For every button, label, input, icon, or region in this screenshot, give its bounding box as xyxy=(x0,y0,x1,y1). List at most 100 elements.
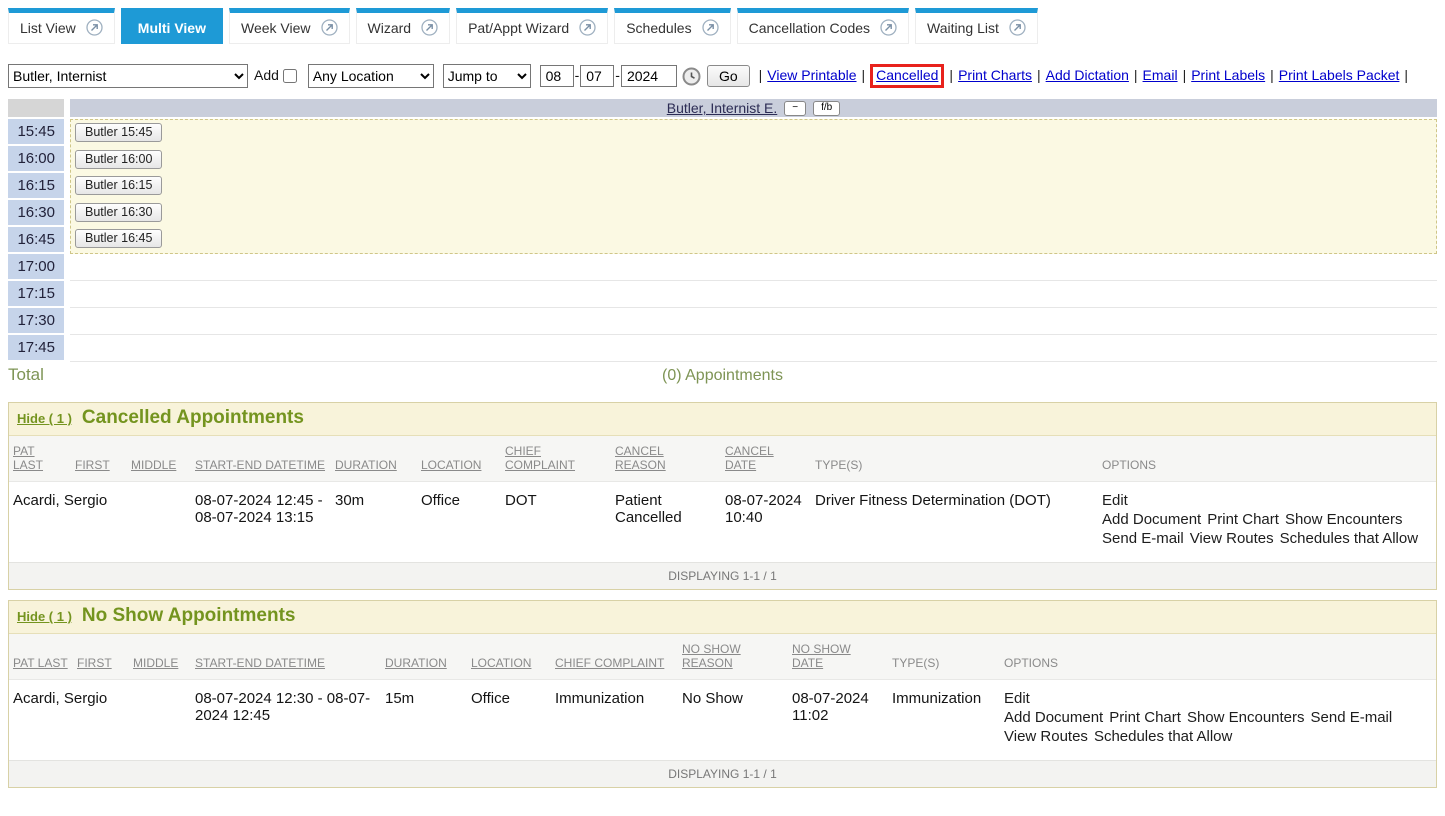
option-print-chart-link[interactable]: Print Chart xyxy=(1109,709,1181,726)
calendar-clock-icon[interactable] xyxy=(682,67,701,86)
jump-to-select[interactable]: Jump to xyxy=(443,64,531,88)
link-email[interactable]: Email xyxy=(1143,67,1178,83)
slot-button[interactable]: Butler 16:15 xyxy=(75,176,162,195)
option-view-routes-link[interactable]: View Routes xyxy=(1004,728,1088,745)
cell-chief-complaint: Immunization xyxy=(551,680,678,761)
col-types: TYPE(S) xyxy=(815,458,862,472)
slot-row: Butler 15:45 xyxy=(71,120,1436,147)
link-add-dictation[interactable]: Add Dictation xyxy=(1046,67,1129,83)
option-send-email-link[interactable]: Send E-mail xyxy=(1102,530,1184,547)
schedule-corner-cell xyxy=(8,99,64,117)
option-send-email-link[interactable]: Send E-mail xyxy=(1311,709,1393,726)
no-show-footer-row: DISPLAYING 1-1 / 1 xyxy=(9,761,1436,788)
option-show-encounters-link[interactable]: Show Encounters xyxy=(1187,709,1305,726)
option-view-routes-link[interactable]: View Routes xyxy=(1190,530,1274,547)
add-checkbox[interactable] xyxy=(283,69,297,83)
col-cancel-reason[interactable]: CANCEL REASON xyxy=(615,444,666,472)
add-label: Add xyxy=(254,67,279,83)
minimize-column-button[interactable]: − xyxy=(784,101,806,116)
time-label: 17:00 xyxy=(8,254,64,279)
open-new-window-icon[interactable] xyxy=(86,19,103,36)
tab-cancellation-codes[interactable]: Cancellation Codes xyxy=(737,8,909,44)
open-new-window-icon[interactable] xyxy=(421,19,438,36)
go-button[interactable]: Go xyxy=(707,65,750,87)
tab-wizard[interactable]: Wizard xyxy=(356,8,451,44)
col-chief-complaint[interactable]: CHIEF COMPLAINT xyxy=(555,656,664,670)
col-chief-complaint[interactable]: CHIEF COMPLAINT xyxy=(505,444,575,472)
hide-cancelled-link[interactable]: Hide ( 1 ) xyxy=(17,411,72,426)
option-print-chart-link[interactable]: Print Chart xyxy=(1207,511,1279,528)
col-location[interactable]: LOCATION xyxy=(421,458,481,472)
tab-label: Week View xyxy=(241,20,311,36)
option-schedules-that-allow-link[interactable]: Schedules that Allow xyxy=(1280,530,1418,547)
col-no-show-reason[interactable]: NO SHOW REASON xyxy=(682,642,741,670)
slot-button[interactable]: Butler 16:00 xyxy=(75,150,162,169)
open-new-window-icon[interactable] xyxy=(880,19,897,36)
option-edit-link[interactable]: Edit xyxy=(1004,690,1426,707)
link-print-charts[interactable]: Print Charts xyxy=(958,67,1032,83)
time-label: 16:45 xyxy=(8,227,64,252)
col-pat-last[interactable]: PAT LAST xyxy=(13,444,43,472)
time-label: 16:15 xyxy=(8,173,64,198)
slot-button[interactable]: Butler 16:45 xyxy=(75,229,162,248)
option-add-document-link[interactable]: Add Document xyxy=(1102,511,1201,528)
tab-week-view[interactable]: Week View xyxy=(229,8,350,44)
option-schedules-that-allow-link[interactable]: Schedules that Allow xyxy=(1094,728,1232,745)
provider-select[interactable]: Butler, Internist xyxy=(8,64,248,88)
col-pat-last[interactable]: PAT LAST xyxy=(13,656,68,670)
schedule-empty-row xyxy=(70,308,1437,335)
col-cancel-date[interactable]: CANCEL DATE xyxy=(725,444,774,472)
col-first[interactable]: FIRST xyxy=(77,656,112,670)
tab-label: Schedules xyxy=(626,20,691,36)
schedule-empty-row xyxy=(70,335,1437,362)
option-edit-link[interactable]: Edit xyxy=(1102,492,1426,509)
tab-label: Cancellation Codes xyxy=(749,20,870,36)
open-new-window-icon[interactable] xyxy=(1009,19,1026,36)
open-new-window-icon[interactable] xyxy=(579,19,596,36)
cell-middle xyxy=(129,680,191,761)
tab-list-view[interactable]: List View xyxy=(8,8,115,44)
col-start-end-datetime[interactable]: START-END DATETIME xyxy=(195,656,325,670)
link-print-labels-packet[interactable]: Print Labels Packet xyxy=(1279,67,1400,83)
cancelled-section-header: Hide ( 1 ) Cancelled Appointments xyxy=(9,403,1436,436)
col-duration[interactable]: DURATION xyxy=(385,656,447,670)
slot-button[interactable]: Butler 15:45 xyxy=(75,123,162,142)
date-year-input[interactable] xyxy=(621,65,677,87)
date-month-input[interactable] xyxy=(540,65,574,87)
forward-back-button[interactable]: f/b xyxy=(813,101,840,116)
tab-label: Multi View xyxy=(138,20,206,36)
slot-row: Butler 16:45 xyxy=(71,226,1436,253)
col-middle[interactable]: MIDDLE xyxy=(131,458,176,472)
tab-pat-appt-wizard[interactable]: Pat/Appt Wizard xyxy=(456,8,608,44)
col-start-end-datetime[interactable]: START-END DATETIME xyxy=(195,458,325,472)
location-select[interactable]: Any Location xyxy=(308,64,434,88)
col-no-show-date[interactable]: NO SHOW DATE xyxy=(792,642,851,670)
link-print-labels[interactable]: Print Labels xyxy=(1191,67,1265,83)
no-show-header-row: PAT LAST FIRST MIDDLE START-END DATETIME… xyxy=(9,634,1436,680)
col-duration[interactable]: DURATION xyxy=(335,458,397,472)
link-cancelled[interactable]: Cancelled xyxy=(876,67,938,83)
open-new-window-icon[interactable] xyxy=(321,19,338,36)
tab-waiting-list[interactable]: Waiting List xyxy=(915,8,1038,44)
tab-multi-view[interactable]: Multi View xyxy=(121,8,223,44)
schedule-empty-row xyxy=(70,254,1437,281)
option-show-encounters-link[interactable]: Show Encounters xyxy=(1285,511,1403,528)
open-new-window-icon[interactable] xyxy=(702,19,719,36)
col-location[interactable]: LOCATION xyxy=(471,656,531,670)
cell-location: Office xyxy=(467,680,551,761)
no-show-appointments-table: PAT LAST FIRST MIDDLE START-END DATETIME… xyxy=(9,634,1436,787)
hide-no-show-link[interactable]: Hide ( 1 ) xyxy=(17,609,72,624)
provider-name-link[interactable]: Butler, Internist E. xyxy=(667,100,778,116)
option-add-document-link[interactable]: Add Document xyxy=(1004,709,1103,726)
col-first[interactable]: FIRST xyxy=(75,458,110,472)
cell-datetime: 08-07-2024 12:30 - 08-07-2024 12:45 xyxy=(191,680,381,761)
tab-schedules[interactable]: Schedules xyxy=(614,8,730,44)
schedule-empty-row xyxy=(70,281,1437,308)
cell-datetime: 08-07-2024 12:45 - 08-07-2024 13:15 xyxy=(191,482,331,563)
slot-button[interactable]: Butler 16:30 xyxy=(75,203,162,222)
link-view-printable[interactable]: View Printable xyxy=(767,67,856,83)
col-middle[interactable]: MIDDLE xyxy=(133,656,178,670)
col-types: TYPE(S) xyxy=(892,656,939,670)
date-day-input[interactable] xyxy=(580,65,614,87)
toolbar-separator: | xyxy=(1183,67,1187,83)
